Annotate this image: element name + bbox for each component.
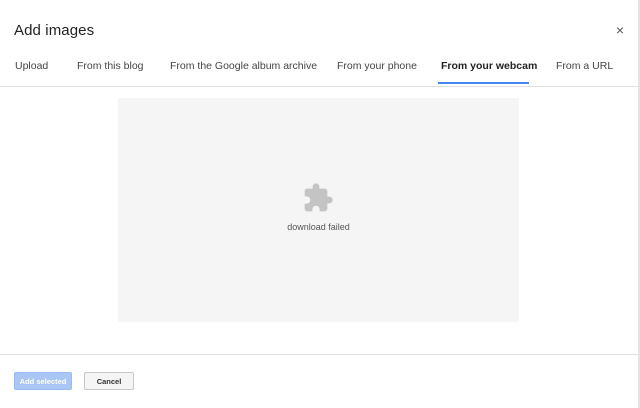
tab-from-a-url[interactable]: From a URL (556, 52, 613, 84)
add-images-dialog: Add images × Upload From this blog From … (0, 0, 640, 408)
dialog-footer: Add selected Cancel (0, 354, 638, 408)
close-icon[interactable]: × (613, 22, 627, 38)
dialog-title: Add images (14, 22, 95, 39)
puzzle-piece-icon (304, 183, 333, 212)
active-tab-indicator (438, 82, 529, 84)
tab-google-album-archive[interactable]: From the Google album archive (170, 52, 317, 84)
tab-from-your-webcam[interactable]: From your webcam (441, 52, 537, 84)
webcam-preview-area: download failed (118, 98, 519, 322)
download-status-text: download failed (287, 222, 350, 232)
tab-upload[interactable]: Upload (15, 52, 48, 84)
source-tabs: Upload From this blog From the Google al… (0, 52, 638, 87)
tab-from-this-blog[interactable]: From this blog (77, 52, 144, 84)
add-selected-button[interactable]: Add selected (14, 372, 72, 390)
cancel-button[interactable]: Cancel (84, 372, 134, 390)
tab-from-your-phone[interactable]: From your phone (337, 52, 417, 84)
